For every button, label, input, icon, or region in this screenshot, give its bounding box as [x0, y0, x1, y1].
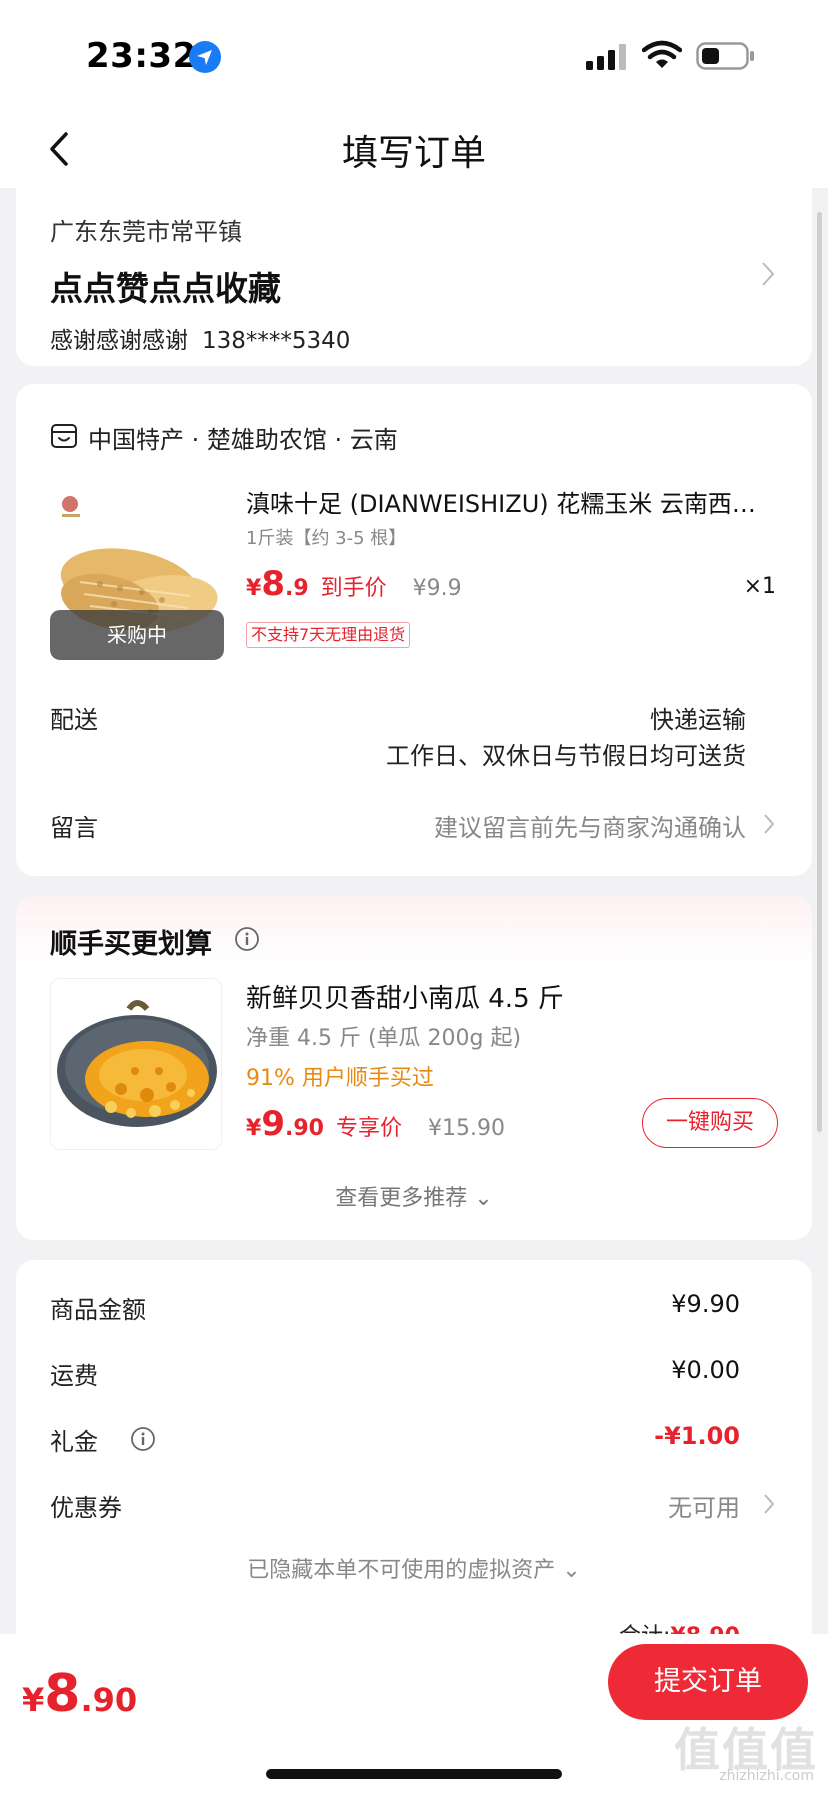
status-bar: 23:32 — [0, 0, 828, 110]
status-time: 23:32 — [86, 36, 197, 76]
message-label: 留言 — [50, 814, 98, 842]
product-image[interactable]: 采购中 — [50, 484, 224, 660]
one-click-buy-button[interactable]: 一键购买 — [642, 1098, 778, 1148]
recommendation-card: 顺手买更划算 新鲜贝贝香甜小南瓜 4.5 斤 净重 4.5 斤 (单瓜 200g… — [16, 896, 812, 1240]
home-indicator[interactable] — [266, 1769, 562, 1779]
recommend-popularity: 91% 用户顺手买过 — [246, 1066, 434, 1091]
chevron-right-icon — [764, 1494, 775, 1514]
order-item-card: 中国特产 · 楚雄助农馆 · 云南 采购中 滇味十足 (DIANWEISHIZU… — [16, 384, 812, 876]
signal-icon — [586, 44, 626, 70]
goods-amount-value: ¥9.90 — [671, 1290, 740, 1318]
shipping-fee-value: ¥0.00 — [671, 1356, 740, 1384]
navigation-bar: 填写订单 — [0, 110, 828, 188]
message-input[interactable]: 建议留言前先与商家沟通确认 — [434, 808, 746, 843]
price-decimal: .90 — [284, 1116, 324, 1141]
more-recommendations-link[interactable]: 查看更多推荐 ⌄ — [16, 1180, 812, 1212]
original-price: ¥15.90 — [427, 1116, 505, 1141]
price-decimal: .9 — [284, 576, 309, 601]
purchasing-badge: 采购中 — [50, 610, 224, 660]
recommend-price: ¥ 9 .90 专享价 ¥15.90 — [246, 1104, 505, 1144]
chevron-right-icon — [764, 814, 775, 834]
wifi-icon — [642, 40, 682, 68]
address-detail: 点点赞点点收藏 — [50, 269, 281, 308]
recommend-product-name[interactable]: 新鲜贝贝香甜小南瓜 4.5 斤 — [246, 978, 564, 1015]
scrollbar[interactable] — [817, 212, 822, 1132]
product-title[interactable]: 滇味十足 (DIANWEISHIZU) 花糯玉米 云南西… — [246, 484, 786, 519]
price-integer: 9 — [261, 1104, 285, 1144]
address-region: 广东东莞市常平镇 — [50, 218, 242, 246]
coupon-label: 优惠券 — [50, 1494, 122, 1522]
shop-name: 中国特产 · 楚雄助农馆 · 云南 — [88, 426, 398, 454]
page-title: 填写订单 — [341, 133, 486, 174]
product-price: ¥ 8 .9 到手价 ¥9.9 — [246, 564, 462, 604]
quantity: ×1 — [743, 574, 776, 599]
submit-order-button[interactable]: 提交订单 — [608, 1644, 808, 1720]
delivery-label: 配送 — [50, 706, 98, 734]
address-card[interactable]: 广东东莞市常平镇 点点赞点点收藏 感谢感谢感谢 138****5340 — [16, 188, 812, 366]
shop-icon — [51, 424, 77, 448]
location-arrow-icon — [189, 41, 221, 73]
original-price: ¥9.9 — [412, 576, 462, 601]
address-contact: 感谢感谢感谢 138****5340 — [50, 321, 350, 355]
recommendation-title: 顺手买更划算 — [50, 929, 212, 960]
goods-amount-label: 商品金额 — [50, 1296, 146, 1324]
price-label: 专享价 — [335, 1116, 402, 1141]
pumpkin-image — [51, 979, 221, 1149]
gift-money-label: 礼金 — [50, 1428, 98, 1456]
chevron-right-icon — [762, 262, 775, 286]
price-symbol: ¥ — [246, 576, 262, 601]
price-label: 到手价 — [320, 576, 387, 601]
coupon-value[interactable]: 无可用 — [668, 1488, 740, 1523]
return-policy-tag: 不支持7天无理由退货 — [246, 622, 411, 648]
battery-icon — [696, 42, 754, 70]
bottom-total-price: ¥ 8 .90 — [22, 1664, 137, 1724]
recommend-product-spec: 净重 4.5 斤 (单瓜 200g 起) — [246, 1026, 522, 1051]
price-decimal: .90 — [80, 1681, 138, 1719]
delivery-method: 快递运输 — [650, 706, 746, 734]
gift-money-value: -¥1.00 — [654, 1422, 740, 1450]
info-icon[interactable] — [234, 926, 260, 952]
price-symbol: ¥ — [246, 1116, 262, 1141]
recipient-phone: 138****5340 — [202, 328, 351, 354]
price-integer: 8 — [261, 564, 285, 604]
hidden-assets-toggle[interactable]: 已隐藏本单不可使用的虚拟资产 ⌄ — [16, 1552, 812, 1584]
delivery-detail: 工作日、双休日与节假日均可送货 — [386, 742, 746, 770]
recommend-product-image[interactable] — [50, 978, 222, 1150]
recipient-name: 感谢感谢感谢 — [50, 328, 188, 354]
info-icon[interactable] — [130, 1426, 156, 1452]
price-integer: 8 — [44, 1664, 81, 1724]
shipping-fee-label: 运费 — [50, 1362, 98, 1390]
order-summary-card: 商品金额 ¥9.90 运费 ¥0.00 礼金 -¥1.00 优惠券 无可用 已隐… — [16, 1260, 812, 1660]
watermark-url: zhizhizhi.com — [719, 1768, 814, 1784]
product-spec: 1斤装【约 3-5 根】 — [246, 528, 407, 549]
price-symbol: ¥ — [22, 1681, 45, 1719]
